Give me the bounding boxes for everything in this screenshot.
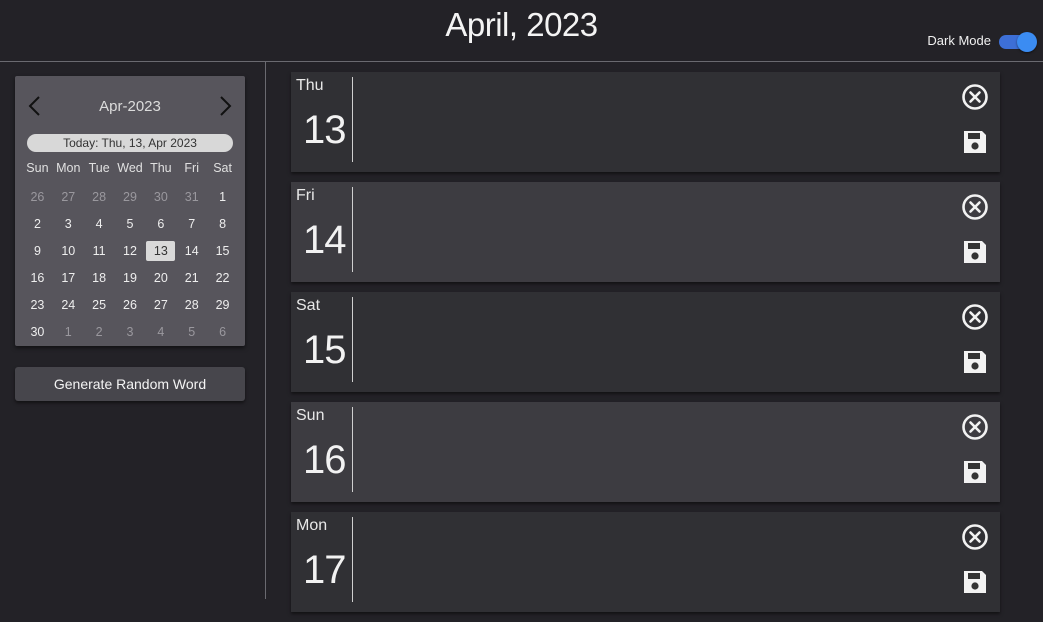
save-floppy-icon[interactable] bbox=[961, 128, 989, 156]
day-separator bbox=[352, 187, 353, 272]
save-floppy-icon[interactable] bbox=[961, 458, 989, 486]
day-card: Sat 15 bbox=[291, 292, 1000, 392]
calendar-day[interactable]: 23 bbox=[23, 295, 52, 315]
calendar-weekday-header: Thu bbox=[150, 161, 172, 175]
calendar-day[interactable]: 12 bbox=[116, 241, 145, 261]
calendar-day[interactable]: 26 bbox=[116, 295, 145, 315]
calendar-day[interactable]: 6 bbox=[146, 214, 175, 234]
day-list: Thu 13 Fri 14 Sat 15 Sun 16 Mon 17 bbox=[291, 72, 1000, 622]
close-circle-icon[interactable] bbox=[961, 193, 989, 221]
calendar-day[interactable]: 28 bbox=[177, 295, 206, 315]
calendar-day[interactable]: 27 bbox=[146, 295, 175, 315]
day-note-input[interactable] bbox=[357, 518, 951, 608]
toggle-knob bbox=[1017, 32, 1037, 52]
chevron-right-icon[interactable] bbox=[215, 94, 235, 118]
save-floppy-icon[interactable] bbox=[961, 348, 989, 376]
calendar-day[interactable]: 2 bbox=[23, 214, 52, 234]
calendar-month-label: Apr-2023 bbox=[99, 98, 161, 115]
calendar-day[interactable]: 27 bbox=[54, 187, 83, 207]
calendar-day[interactable]: 28 bbox=[85, 187, 114, 207]
save-floppy-icon[interactable] bbox=[961, 568, 989, 596]
calendar-today-label[interactable]: Today: Thu, 13, Apr 2023 bbox=[27, 134, 233, 152]
close-circle-icon[interactable] bbox=[961, 303, 989, 331]
calendar-day[interactable]: 9 bbox=[23, 241, 52, 261]
dark-mode-control: Dark Mode bbox=[927, 31, 1037, 52]
calendar-day[interactable]: 30 bbox=[23, 322, 52, 342]
calendar-day[interactable]: 31 bbox=[177, 187, 206, 207]
day-separator bbox=[352, 517, 353, 602]
calendar-day[interactable]: 18 bbox=[85, 268, 114, 288]
day-separator bbox=[352, 77, 353, 162]
day-card: Thu 13 bbox=[291, 72, 1000, 172]
calendar-day[interactable]: 30 bbox=[146, 187, 175, 207]
day-note-input[interactable] bbox=[357, 298, 951, 388]
day-weekday: Sun bbox=[296, 407, 325, 424]
calendar-day[interactable]: 21 bbox=[177, 268, 206, 288]
calendar-day[interactable]: 17 bbox=[54, 268, 83, 288]
day-weekday: Fri bbox=[296, 187, 315, 204]
calendar-day[interactable]: 29 bbox=[208, 295, 237, 315]
calendar-grid: Sun Mon Tue Wed Thu Fri Sat 26 27 28 29 30 31 1 2 3 4 5 6 7… bbox=[22, 160, 238, 349]
dark-mode-label: Dark Mode bbox=[927, 32, 991, 48]
calendar-day[interactable]: 4 bbox=[85, 214, 114, 234]
calendar-day[interactable]: 7 bbox=[177, 214, 206, 234]
calendar-weekday-header: Tue bbox=[88, 161, 110, 175]
day-weekday: Sat bbox=[296, 297, 321, 314]
day-separator bbox=[352, 407, 353, 492]
day-weekday: Mon bbox=[296, 517, 328, 534]
calendar-day[interactable]: 26 bbox=[23, 187, 52, 207]
day-number: 13 bbox=[303, 108, 346, 152]
calendar-weekday-header: Sat bbox=[213, 161, 232, 175]
calendar-day[interactable]: 6 bbox=[208, 322, 237, 342]
day-number: 15 bbox=[303, 328, 346, 372]
day-number: 14 bbox=[303, 218, 346, 262]
close-circle-icon[interactable] bbox=[961, 523, 989, 551]
day-card: Mon 17 bbox=[291, 512, 1000, 612]
calendar-nav: Apr-2023 bbox=[15, 92, 245, 122]
day-number: 17 bbox=[303, 548, 346, 592]
calendar-day[interactable]: 16 bbox=[23, 268, 52, 288]
sidebar-divider bbox=[265, 62, 266, 599]
calendar-day[interactable]: 10 bbox=[54, 241, 83, 261]
calendar-day[interactable]: 29 bbox=[116, 187, 145, 207]
calendar-day[interactable]: 1 bbox=[54, 322, 83, 342]
calendar-weekday-header: Fri bbox=[184, 161, 199, 175]
calendar-day[interactable]: 8 bbox=[208, 214, 237, 234]
calendar-day[interactable]: 11 bbox=[85, 241, 114, 261]
calendar-day[interactable]: 19 bbox=[116, 268, 145, 288]
calendar-day[interactable]: 5 bbox=[177, 322, 206, 342]
day-separator bbox=[352, 297, 353, 382]
day-note-input[interactable] bbox=[357, 408, 951, 498]
dark-mode-toggle[interactable] bbox=[999, 31, 1037, 52]
close-circle-icon[interactable] bbox=[961, 413, 989, 441]
app-header: April, 2023 Dark Mode bbox=[0, 0, 1043, 62]
calendar-weekday-header: Wed bbox=[117, 161, 143, 175]
calendar-weekday-header: Sun bbox=[26, 161, 49, 175]
calendar-day[interactable]: 3 bbox=[116, 322, 145, 342]
generate-random-word-button[interactable]: Generate Random Word bbox=[15, 367, 245, 401]
mini-calendar: Apr-2023 Today: Thu, 13, Apr 2023 Sun Mon… bbox=[15, 76, 245, 346]
calendar-day[interactable]: 13 bbox=[146, 241, 176, 261]
calendar-day[interactable]: 3 bbox=[54, 214, 83, 234]
calendar-day[interactable]: 14 bbox=[177, 241, 206, 261]
calendar-day[interactable]: 20 bbox=[146, 268, 175, 288]
calendar-day[interactable]: 2 bbox=[85, 322, 114, 342]
day-number: 16 bbox=[303, 438, 346, 482]
calendar-weekday-header: Mon bbox=[56, 161, 81, 175]
day-card: Fri 14 bbox=[291, 182, 1000, 282]
day-card: Sun 16 bbox=[291, 402, 1000, 502]
calendar-day[interactable]: 22 bbox=[208, 268, 237, 288]
page-title: April, 2023 bbox=[445, 6, 598, 43]
calendar-day[interactable]: 15 bbox=[208, 241, 237, 261]
calendar-day[interactable]: 4 bbox=[146, 322, 175, 342]
day-note-input[interactable] bbox=[357, 78, 951, 168]
close-circle-icon[interactable] bbox=[961, 83, 989, 111]
calendar-day[interactable]: 5 bbox=[116, 214, 145, 234]
calendar-day[interactable]: 1 bbox=[208, 187, 237, 207]
day-note-input[interactable] bbox=[357, 188, 951, 278]
calendar-day[interactable]: 24 bbox=[54, 295, 83, 315]
calendar-day[interactable]: 25 bbox=[85, 295, 114, 315]
day-weekday: Thu bbox=[296, 77, 324, 94]
save-floppy-icon[interactable] bbox=[961, 238, 989, 266]
